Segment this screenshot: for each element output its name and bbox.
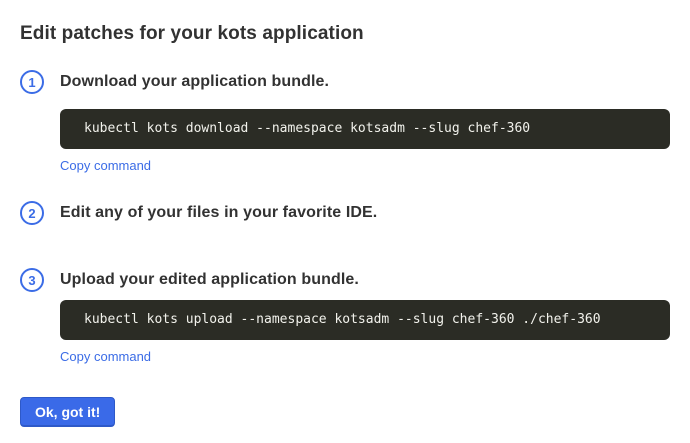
step-3-label: Upload your edited application bundle. bbox=[60, 271, 359, 289]
step-3-body: kubectl kots upload --namespace kotsadm … bbox=[60, 300, 670, 366]
step-2-label: Edit any of your files in your favorite … bbox=[60, 204, 377, 222]
edit-patches-panel: Edit patches for your kots application 1… bbox=[0, 0, 690, 443]
step-2-row: 2 Edit any of your files in your favorit… bbox=[20, 201, 670, 225]
step-1-row: 1 Download your application bundle. bbox=[20, 70, 670, 94]
step-3-row: 3 Upload your edited application bundle. bbox=[20, 268, 670, 292]
step-1-number-badge: 1 bbox=[20, 70, 44, 94]
copy-download-command-link[interactable]: Copy command bbox=[60, 158, 151, 173]
step-3-number-badge: 3 bbox=[20, 268, 44, 292]
ok-got-it-button[interactable]: Ok, got it! bbox=[20, 397, 115, 427]
step-1-body: kubectl kots download --namespace kotsad… bbox=[60, 109, 670, 175]
page-title: Edit patches for your kots application bbox=[20, 22, 670, 46]
footer: Ok, got it! bbox=[20, 366, 670, 427]
download-command-code-block: kubectl kots download --namespace kotsad… bbox=[60, 109, 670, 149]
step-2-number-badge: 2 bbox=[20, 201, 44, 225]
step-1-label: Download your application bundle. bbox=[60, 73, 329, 91]
copy-upload-command-link[interactable]: Copy command bbox=[60, 349, 151, 364]
upload-command-code-block: kubectl kots upload --namespace kotsadm … bbox=[60, 300, 670, 340]
